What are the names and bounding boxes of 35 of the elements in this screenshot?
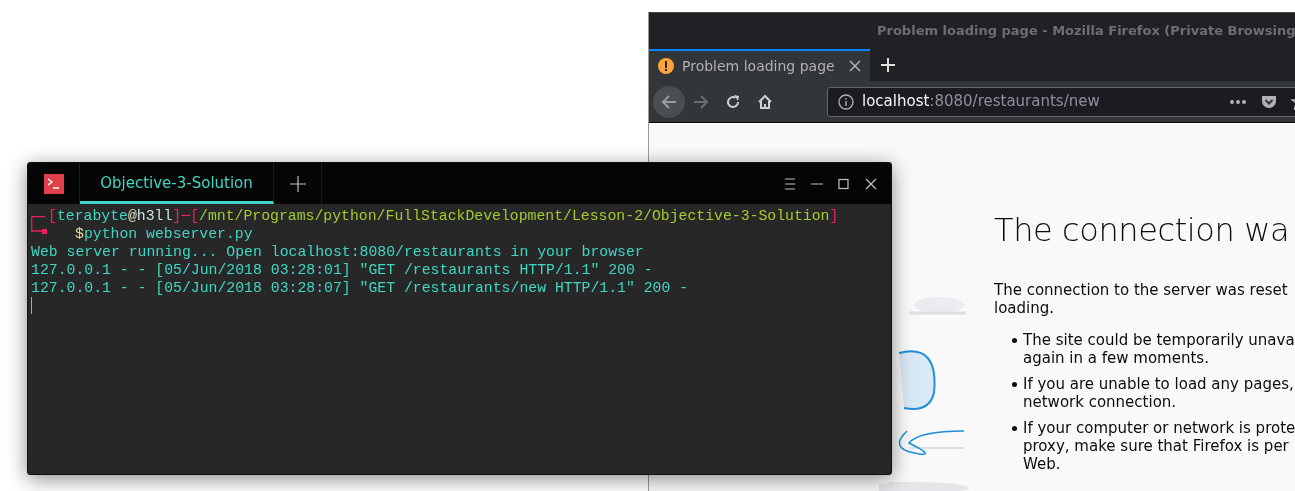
address-bar[interactable]: localhost:8080/restaurants/new: [827, 86, 1295, 117]
bullet-icon: [1012, 426, 1017, 432]
prompt-connector-drawing: [31, 216, 47, 234]
command-text: $python webserver.py: [75, 226, 253, 242]
info-icon: [838, 93, 854, 110]
home-icon: [757, 93, 773, 110]
terminal-icon: [43, 173, 64, 194]
prompt-text: [terabyte@h3ll]─[/mnt/Programs/python/FullStackDevelopment/Lesson-2/Objective-3-Solution]: [48, 208, 839, 224]
output-line: Web server running... Open localhost:8080/restaurants in your browser: [31, 244, 644, 260]
plus-icon: [880, 57, 896, 73]
error-description: The connection to the server was reset loading.: [994, 281, 1289, 318]
reload-icon: [725, 93, 741, 110]
more-icon[interactable]: [1229, 98, 1247, 105]
maximize-icon[interactable]: [836, 177, 852, 190]
url-text: localhost:8080/restaurants/new: [862, 91, 1100, 113]
list-item-text: If you are unable to load any pages, network connection.: [1023, 375, 1294, 412]
plus-icon[interactable]: [289, 175, 306, 192]
bullet-icon: [1012, 382, 1017, 388]
menu-icon[interactable]: [782, 177, 798, 190]
page-heading: The connection wa: [994, 211, 1291, 250]
arrow-right-icon: [693, 93, 709, 110]
close-icon[interactable]: [863, 177, 879, 190]
text-cursor: [31, 297, 32, 314]
bullet-icon: [1012, 338, 1017, 344]
close-icon[interactable]: [849, 60, 861, 72]
list-item-text: The site could be temporarily unava again in a few moments.: [1023, 331, 1295, 368]
list-item-text: If your computer or network is prote proxy, make sure that Firefox is per Web.: [1023, 419, 1295, 474]
pocket-icon[interactable]: [1261, 93, 1277, 110]
output-line: 127.0.0.1 - - [05/Jun/2018 03:28:01] "GET /restaurants HTTP/1.1" 200 -: [31, 262, 653, 278]
browser-tab[interactable]: Problem loading page: [649, 49, 870, 81]
window-title: Problem loading page - Mozilla Firefox (Private Browsing: [649, 13, 1295, 49]
output-line: 127.0.0.1 - - [05/Jun/2018 03:28:07] "GET /restaurants/new HTTP/1.1" 200 -: [31, 280, 689, 296]
back-button[interactable]: [653, 85, 685, 118]
warning-icon: [658, 58, 674, 74]
arrow-left-icon: [661, 93, 677, 110]
